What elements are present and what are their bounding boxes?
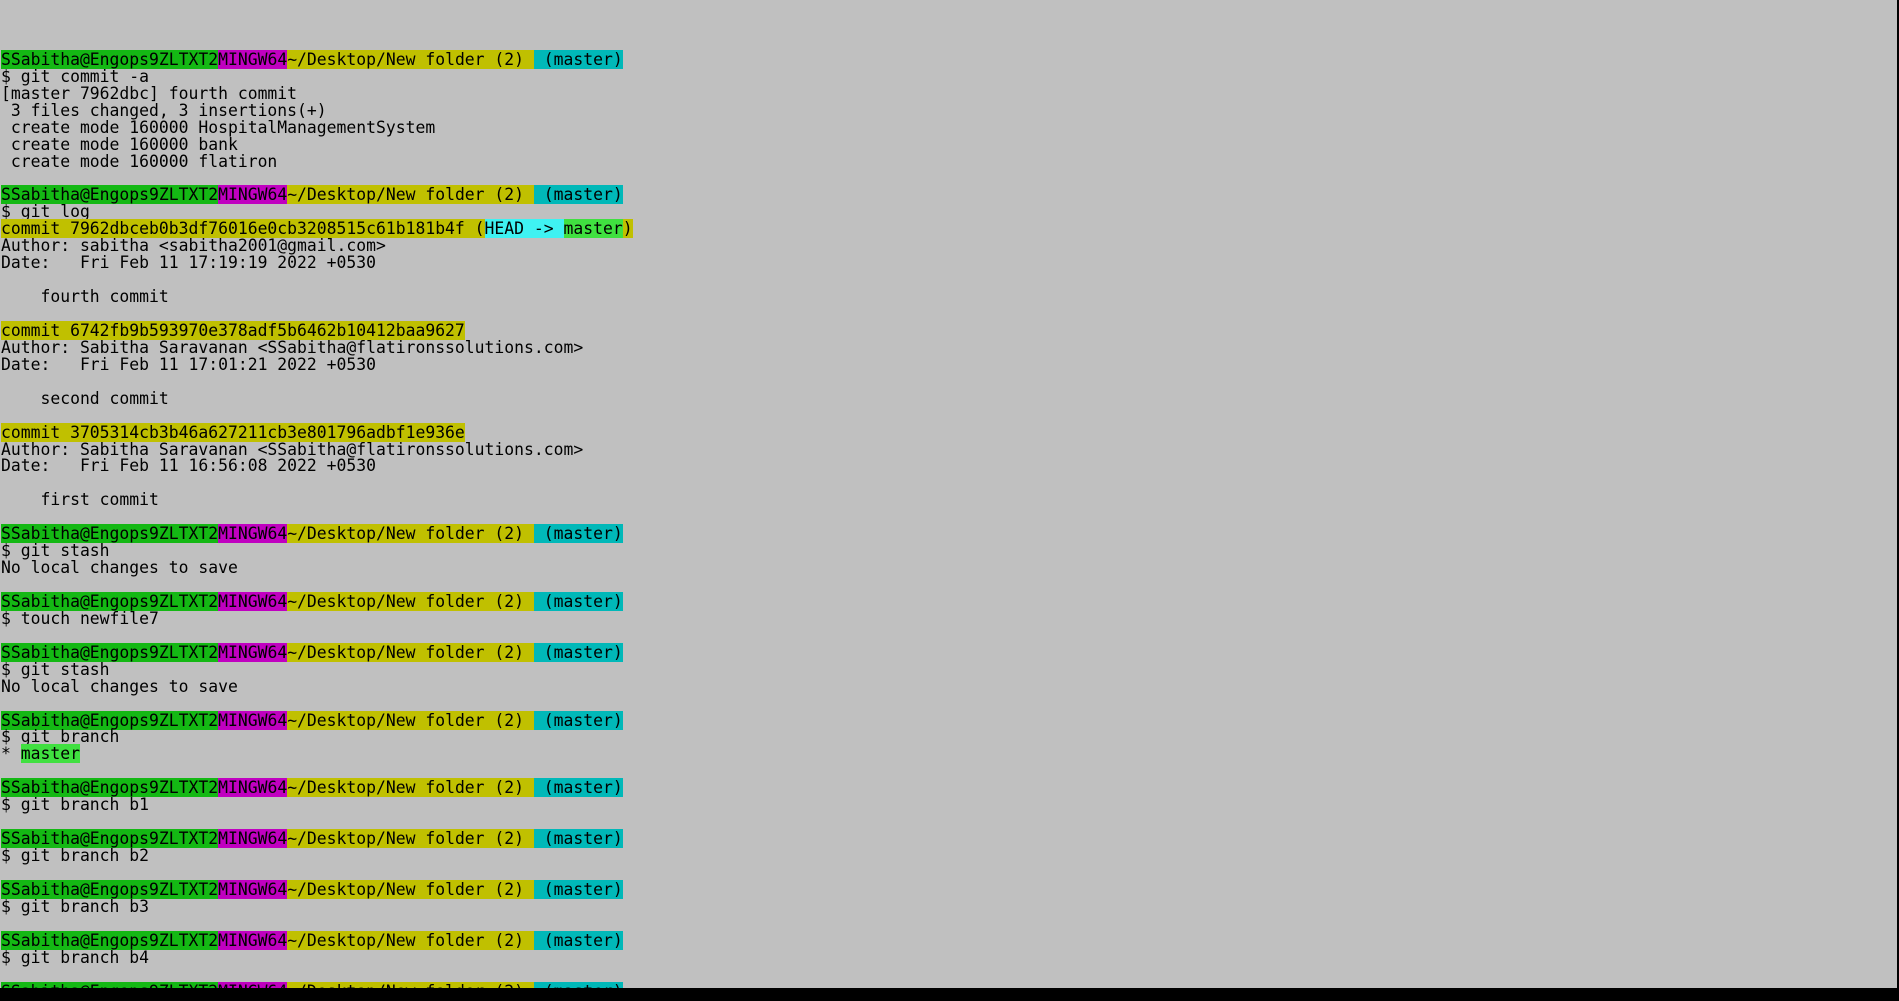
commit-hash-line: commit 3705314cb3b46a627211cb3e801796adb… (1, 422, 633, 442)
prompt-path: ~/Desktop/New folder (2) (287, 642, 534, 662)
output-line: $ touch newfile7 (1, 608, 159, 628)
prompt-branch: (master) (533, 524, 623, 544)
prompt-branch: (master) (533, 879, 623, 899)
prompt-path: ~/Desktop/New folder (2) (287, 778, 534, 798)
terminal-window[interactable]: SSabitha@Engops9ZLTXT2MINGW64~/Desktop/N… (0, 0, 1899, 988)
output-line: $ git branch b3 (1, 896, 150, 916)
prompt-branch: (master) (533, 981, 623, 988)
ref-close-paren: ) (622, 219, 633, 239)
prompt-path: ~/Desktop/New folder (2) (287, 185, 534, 205)
prompt-branch: (master) (533, 930, 623, 950)
prompt-branch-text: (master) (543, 930, 623, 950)
prompt-branch: (master) (533, 49, 623, 69)
output-line: Date: Fri Feb 11 16:56:08 2022 +0530 (1, 456, 376, 476)
prompt-user: SSabitha@Engops9ZLTXT2 (1, 930, 219, 950)
branch-ref: master (563, 219, 623, 239)
prompt-system: MINGW64 (218, 591, 288, 611)
prompt-branch: (master) (533, 185, 623, 205)
output-line: $ git branch b1 (1, 795, 150, 815)
prompt-branch-text: (master) (543, 710, 623, 730)
prompt-branch-text: (master) (543, 642, 623, 662)
prompt-path-text: ~/Desktop/New folder (2) (287, 982, 524, 988)
output-line: No local changes to save (1, 558, 238, 578)
prompt-branch-text: (master) (543, 185, 623, 205)
prompt-system: MINGW64 (218, 642, 288, 662)
prompt-branch-text: (master) (543, 591, 623, 611)
prompt-system: MINGW64 (218, 49, 288, 69)
prompt-branch-text: (master) (543, 879, 623, 899)
prompt-branch-text: (master) (544, 982, 623, 988)
prompt-path: ~/Desktop/New folder (2) (287, 879, 534, 899)
prompt-path-text: ~/Desktop/New folder (2) (287, 879, 525, 899)
prompt-branch-text: (master) (543, 829, 623, 849)
prompt-path: ~/Desktop/New folder (2) (287, 981, 534, 988)
current-branch-name: master (20, 744, 80, 764)
output-line: $ git branch b4 (1, 947, 150, 967)
branch-list-item: * master (1, 744, 633, 764)
prompt-path: ~/Desktop/New folder (2) (287, 710, 534, 730)
prompt-path-text: ~/Desktop/New folder (2) (287, 49, 525, 69)
prompt-system: MINGW64 (218, 930, 288, 950)
prompt-branch: (master) (533, 829, 623, 849)
prompt-path-text: ~/Desktop/New folder (2) (287, 185, 525, 205)
output-line: $ git branch (1, 727, 120, 747)
output-line: fourth commit (1, 287, 169, 307)
output-line: create mode 160000 flatiron (1, 151, 278, 171)
prompt-system: MINGW64 (218, 981, 288, 988)
prompt-path: ~/Desktop/New folder (2) (287, 591, 534, 611)
prompt-path-text: ~/Desktop/New folder (2) (287, 710, 525, 730)
prompt-path: ~/Desktop/New folder (2) (287, 49, 534, 69)
prompt-branch-text: (master) (543, 524, 623, 544)
prompt-system: MINGW64 (218, 879, 288, 899)
prompt-system: MINGW64 (218, 710, 288, 730)
prompt-system: MINGW64 (218, 829, 288, 849)
prompt-user: SSabitha@Engops9ZLTXT2 (1, 981, 219, 988)
prompt-system: MINGW64 (218, 778, 288, 798)
prompt-branch: (master) (533, 778, 623, 798)
prompt-branch: (master) (533, 710, 623, 730)
prompt-branch-text: (master) (543, 778, 623, 798)
output-line: Date: Fri Feb 11 17:01:21 2022 +0530 (1, 354, 376, 374)
prompt-system: MINGW64 (218, 185, 288, 205)
prompt-path-text: ~/Desktop/New folder (2) (287, 524, 525, 544)
prompt-path: ~/Desktop/New folder (2) (287, 930, 534, 950)
output-line: $ git branch b2 (1, 846, 150, 865)
output-line: Date: Fri Feb 11 17:19:19 2022 +0530 (1, 253, 376, 273)
prompt-path-text: ~/Desktop/New folder (2) (287, 642, 525, 662)
prompt-path-text: ~/Desktop/New folder (2) (287, 778, 525, 798)
prompt-path-text: ~/Desktop/New folder (2) (287, 591, 525, 611)
prompt-path: ~/Desktop/New folder (2) (287, 829, 534, 849)
prompt-path-text: ~/Desktop/New folder (2) (287, 930, 525, 950)
prompt-branch: (master) (533, 642, 623, 662)
output-line: No local changes to save (1, 676, 238, 696)
prompt-path-text: ~/Desktop/New folder (2) (287, 829, 525, 849)
prompt-branch-text: (master) (543, 49, 623, 69)
shell-prompt: SSabitha@Engops9ZLTXT2MINGW64~/Desktop/N… (1, 185, 633, 205)
head-ref: HEAD -> (484, 219, 564, 239)
commit-hash: commit 3705314cb3b46a627211cb3e801796adb… (1, 422, 465, 442)
ref-open-paren: ( (464, 219, 485, 239)
shell-prompt: SSabitha@Engops9ZLTXT2MINGW64~/Desktop/N… (1, 981, 633, 988)
prompt-path: ~/Desktop/New folder (2) (287, 524, 534, 544)
prompt-user: SSabitha@Engops9ZLTXT2 (1, 642, 219, 662)
prompt-system: MINGW64 (218, 524, 288, 544)
output-line: second commit (1, 388, 169, 408)
prompt-branch: (master) (533, 591, 623, 611)
output-line: first commit (1, 490, 159, 510)
terminal-output[interactable]: SSabitha@Engops9ZLTXT2MINGW64~/Desktop/N… (1, 35, 633, 988)
